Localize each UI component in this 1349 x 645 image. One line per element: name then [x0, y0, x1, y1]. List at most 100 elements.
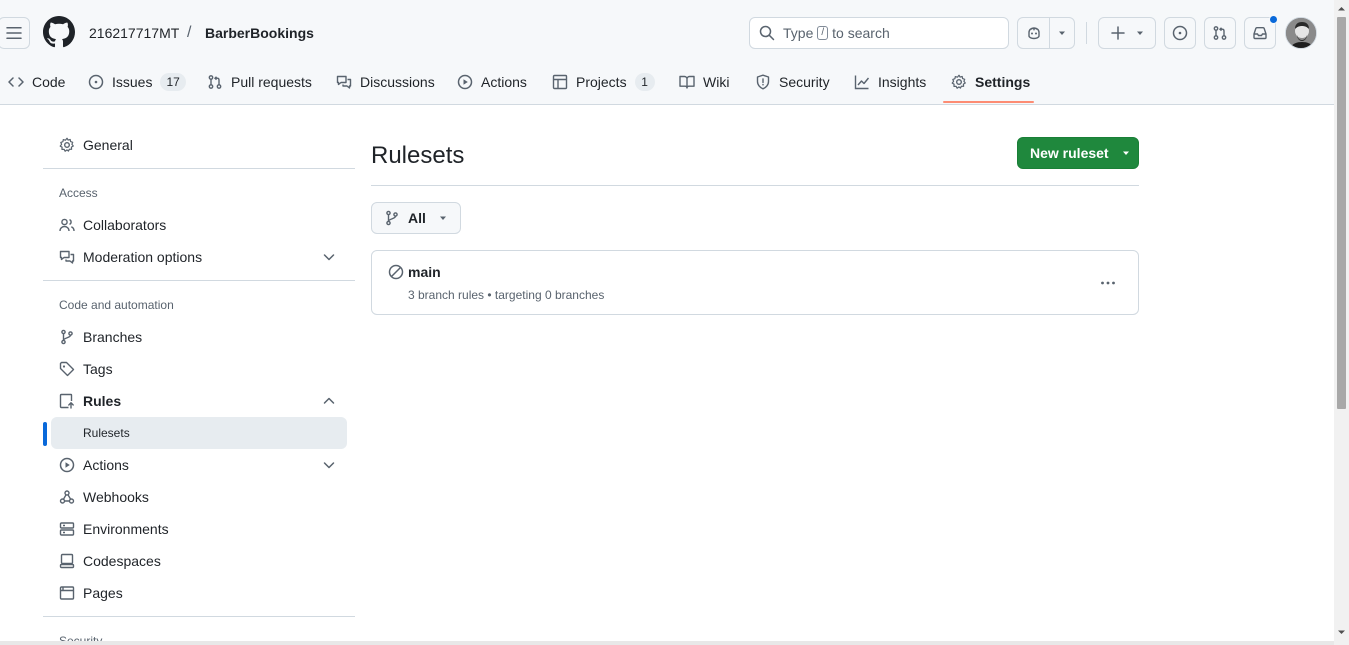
triangle-down-icon [439, 216, 446, 220]
copilot-icon [1027, 27, 1040, 40]
search-shortcut-key: / [817, 26, 829, 40]
tab-label: Code [32, 74, 66, 90]
sidebar-divider [43, 280, 355, 281]
tab-label: Projects [576, 74, 627, 90]
kebab-horizontal-icon [1101, 281, 1115, 285]
ruleset-name-link[interactable]: main [408, 264, 441, 280]
code-icon [8, 77, 24, 87]
tab-security[interactable]: Security [747, 66, 838, 98]
tab-projects[interactable]: Projects 1 [544, 66, 663, 98]
sidebar-item-general[interactable]: General [51, 129, 347, 161]
sidebar-item-codespaces[interactable]: Codespaces [51, 545, 347, 577]
git-pull-request-icon [208, 75, 222, 89]
play-icon [59, 457, 75, 473]
new-ruleset-label: New ruleset [1030, 145, 1109, 161]
circle-slash-icon [388, 264, 404, 280]
copilot-button-group [1017, 17, 1075, 49]
sidebar-item-tags[interactable]: Tags [51, 353, 347, 385]
github-logo-icon[interactable] [43, 16, 75, 48]
triangle-down-icon [1122, 151, 1129, 155]
comment-discussion-icon [336, 75, 352, 89]
sidebar-item-actions[interactable]: Actions [51, 449, 347, 481]
vertical-scrollbar[interactable] [1334, 0, 1349, 645]
toolbar-divider [1086, 22, 1087, 44]
app-header: 216217717MT / BarberBookings Type / to s… [0, 0, 1334, 105]
search-input[interactable]: Type / to search [749, 17, 1009, 49]
tab-label: Wiki [703, 74, 730, 90]
menu-button[interactable] [0, 17, 30, 49]
active-item-indicator [43, 422, 47, 446]
ruleset-filter-dropdown[interactable]: All [371, 202, 461, 234]
sidebar-item-branches[interactable]: Branches [51, 321, 347, 353]
projects-count-badge: 1 [634, 73, 655, 91]
tab-discussions[interactable]: Discussions [328, 66, 443, 98]
server-icon [59, 522, 75, 536]
tab-settings[interactable]: Settings [943, 66, 1038, 98]
sidebar-item-moderation-options[interactable]: Moderation options [51, 241, 347, 273]
people-icon [59, 218, 75, 232]
sidebar-item-label: Codespaces [83, 553, 161, 569]
chevron-down-icon [323, 462, 335, 469]
tab-label: Discussions [360, 74, 435, 90]
comment-discussion-icon [59, 250, 75, 264]
browser-icon [59, 586, 75, 600]
sidebar-item-webhooks[interactable]: Webhooks [51, 481, 347, 513]
new-ruleset-button[interactable]: New ruleset [1017, 137, 1139, 169]
sidebar-item-label: Collaborators [83, 217, 167, 233]
tag-icon [59, 361, 75, 377]
table-icon [552, 74, 568, 90]
repo-push-icon [59, 393, 74, 409]
tab-label: Actions [481, 74, 527, 90]
sidebar-item-environments[interactable]: Environments [51, 513, 347, 545]
tab-label: Settings [975, 74, 1031, 90]
ruleset-meta: 3 branch rules • targeting 0 branches [408, 288, 605, 302]
sidebar-item-label: Webhooks [83, 489, 149, 505]
plus-icon [1110, 26, 1125, 40]
search-suffix: to search [832, 25, 890, 41]
search-icon [759, 25, 775, 41]
tab-label: Security [779, 74, 830, 90]
horizontal-scrollbar[interactable] [0, 641, 1334, 645]
sidebar-item-collaborators[interactable]: Collaborators [51, 209, 347, 241]
hamburger-icon [6, 27, 22, 39]
scroll-up-arrow-icon[interactable] [1337, 4, 1346, 13]
page-title: Rulesets [371, 142, 465, 169]
create-new-button[interactable] [1098, 17, 1156, 49]
copilot-dropdown-button[interactable] [1050, 18, 1074, 48]
sidebar-divider [43, 168, 355, 169]
chevron-down-icon [323, 254, 335, 261]
tab-actions[interactable]: Actions [449, 66, 535, 98]
sidebar-item-label: Pages [83, 585, 123, 601]
selected-tab-underline [943, 101, 1034, 103]
sidebar-item-pages[interactable]: Pages [51, 577, 347, 609]
sidebar-divider [43, 616, 355, 617]
tab-wiki[interactable]: Wiki [671, 66, 737, 98]
unread-notification-dot [1269, 15, 1278, 24]
tab-issues[interactable]: Issues 17 [80, 66, 194, 98]
issues-count-badge: 17 [160, 73, 186, 91]
triangle-down-icon [1136, 31, 1143, 35]
sidebar-item-rules[interactable]: Rules [51, 385, 347, 417]
repo-name-link[interactable]: BarberBookings [205, 25, 314, 41]
your-pull-requests-button[interactable] [1204, 17, 1236, 49]
chevron-up-icon [323, 397, 335, 404]
your-issues-button[interactable] [1164, 17, 1196, 49]
tab-label: Pull requests [231, 74, 312, 90]
tab-pull-requests[interactable]: Pull requests [199, 66, 320, 98]
sidebar-section-code-automation: Code and automation [59, 298, 174, 312]
scrollbar-thumb[interactable] [1337, 17, 1346, 409]
sidebar-item-rulesets[interactable]: Rulesets [51, 417, 347, 449]
repo-owner-link[interactable]: 216217717MT [89, 25, 179, 41]
repo-navigation: Code Issues 17 Pull requests Discussions… [0, 66, 1334, 104]
copilot-button[interactable] [1018, 18, 1050, 48]
tab-insights[interactable]: Insights [846, 66, 934, 98]
ruleset-more-button[interactable] [1092, 267, 1124, 299]
git-pull-request-icon [1213, 26, 1227, 40]
sidebar-item-label: Tags [83, 361, 113, 377]
sidebar-item-label: Moderation options [83, 249, 203, 265]
inbox-icon [1253, 27, 1267, 40]
tab-code[interactable]: Code [0, 66, 73, 98]
avatar[interactable] [1285, 17, 1317, 49]
breadcrumb-separator: / [187, 24, 192, 41]
scroll-down-arrow-icon[interactable] [1337, 628, 1346, 637]
